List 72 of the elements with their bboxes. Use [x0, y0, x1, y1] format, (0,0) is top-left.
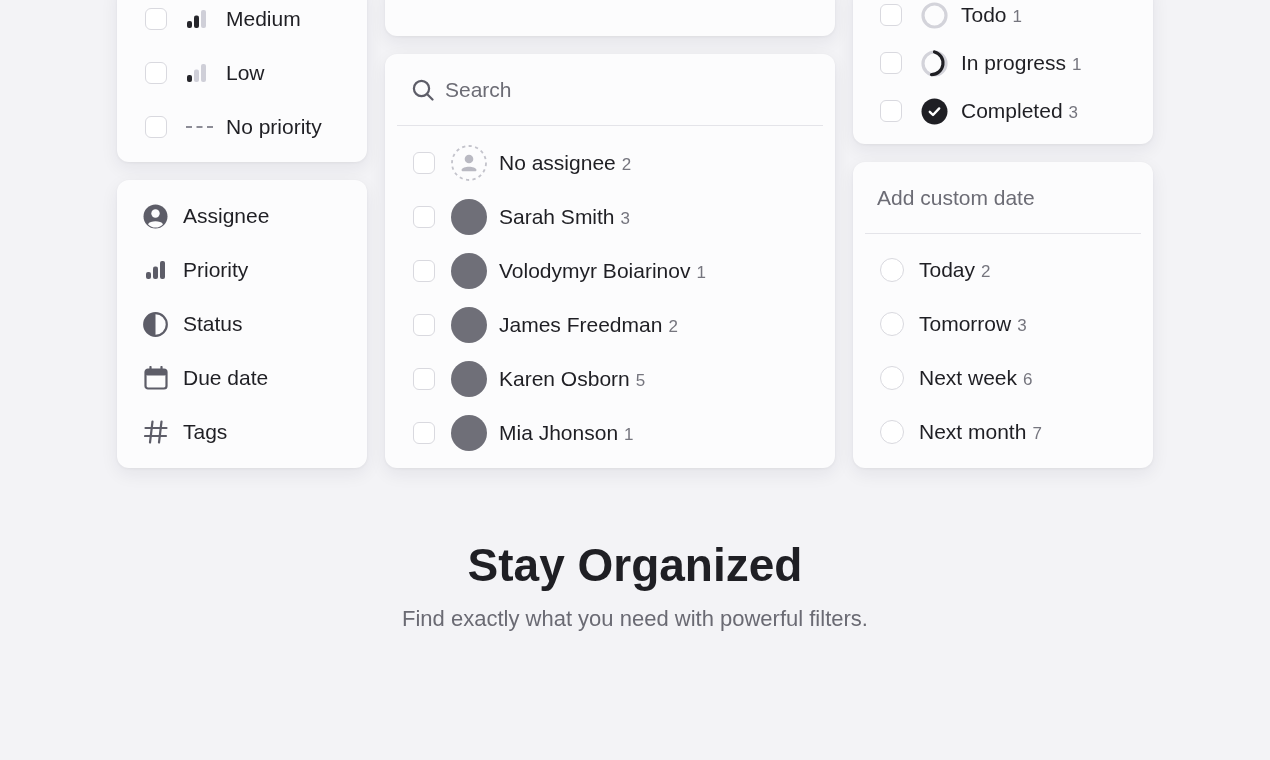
checkbox[interactable]	[413, 314, 435, 336]
assignee-name: No assignee	[499, 150, 616, 176]
priority-label: No priority	[226, 114, 322, 140]
custom-date-field[interactable]: Add custom date	[877, 183, 1067, 212]
assignee-name: James Freedman	[499, 312, 663, 338]
status-label: In progress	[961, 50, 1067, 76]
assignee-name: Mia Jhonson	[499, 420, 619, 446]
dashed-user-icon	[451, 145, 487, 181]
radio-button[interactable]	[880, 366, 904, 390]
avatar-placeholder	[451, 415, 487, 451]
option-count: 7	[1032, 424, 1042, 444]
bar-chart-icon	[145, 260, 166, 280]
status-label: Todo	[961, 2, 1007, 28]
checkbox[interactable]	[880, 52, 902, 74]
radio-button[interactable]	[880, 258, 904, 282]
date-option-label: Next week	[919, 365, 1018, 391]
filter-menu-item[interactable]: Tags	[143, 405, 228, 459]
checkbox[interactable]	[413, 152, 435, 174]
date-option-label: Today	[919, 257, 976, 283]
option-count: 1	[1072, 55, 1082, 75]
option-count: 2	[668, 317, 678, 337]
priority-bars-icon	[186, 9, 207, 29]
date-option-label: Tomorrow	[919, 311, 1012, 337]
checkbox[interactable]	[413, 422, 435, 444]
priority-label: Low	[226, 60, 265, 86]
checkbox[interactable]	[413, 260, 435, 282]
checkbox[interactable]	[880, 100, 902, 122]
option-count: 6	[1023, 370, 1033, 390]
status-label: Completed	[961, 98, 1063, 124]
calendar-icon	[143, 366, 168, 390]
avatar-placeholder	[451, 307, 487, 343]
progress-ring-icon	[921, 49, 948, 77]
assignee-name: Volodymyr Boiarinov	[499, 258, 691, 284]
priority-label: Medium	[226, 6, 301, 32]
half-circle-icon	[143, 311, 168, 337]
option-count: 3	[1017, 316, 1027, 336]
date-option-label: Next month	[919, 419, 1027, 445]
option-count: 1	[624, 425, 634, 445]
heading: Stay Organized	[467, 538, 803, 593]
option-count: 1	[1012, 7, 1022, 27]
search-icon	[412, 78, 434, 101]
checkbox[interactable]	[413, 368, 435, 390]
option-count: 2	[981, 262, 991, 282]
subtitle: Find exactly what you need with powerful filters.	[402, 605, 868, 633]
checkbox[interactable]	[145, 62, 167, 84]
option-count: 3	[620, 209, 631, 229]
radio-button[interactable]	[880, 420, 904, 444]
avatar-placeholder	[451, 199, 487, 235]
option-count: 1	[696, 263, 706, 283]
search-field[interactable]: Search	[445, 75, 605, 104]
avatar-placeholder	[451, 361, 487, 397]
user-icon	[143, 203, 168, 229]
filter-menu-item[interactable]: Priority	[143, 243, 249, 297]
check-circle-icon	[921, 97, 948, 125]
radio-button[interactable]	[880, 312, 904, 336]
checkbox[interactable]	[413, 206, 435, 228]
avatar-placeholder	[451, 253, 487, 289]
priority-bars-icon	[186, 63, 207, 83]
assignee-name: Karen Osborn	[499, 366, 630, 392]
option-count: 2	[621, 155, 632, 175]
filter-menu-item[interactable]: Due date	[143, 351, 269, 405]
ring-icon	[921, 1, 948, 29]
hash-icon	[143, 420, 168, 444]
checkbox[interactable]	[145, 8, 167, 30]
assignee-name: Sarah Smith	[499, 204, 615, 230]
dashed-line-icon	[186, 126, 213, 128]
checkbox[interactable]	[880, 4, 902, 26]
option-count: 5	[635, 371, 646, 391]
option-count: 3	[1068, 103, 1079, 123]
checkbox[interactable]	[145, 116, 167, 138]
filter-menu-item[interactable]: Assignee	[143, 189, 270, 243]
filter-menu-item[interactable]: Status	[143, 297, 243, 351]
